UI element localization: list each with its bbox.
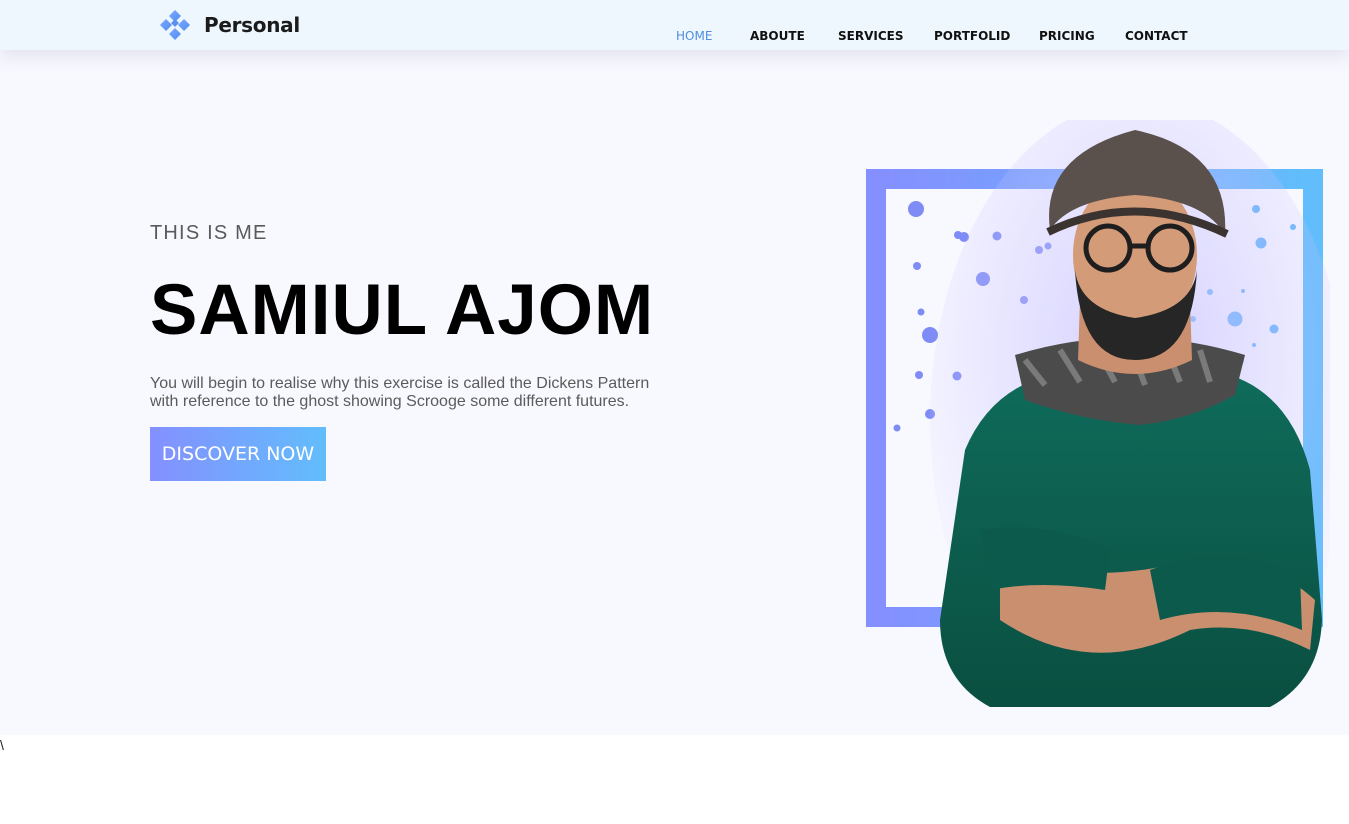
- nav-contact[interactable]: CONTACT: [1125, 29, 1188, 43]
- nav-pricing[interactable]: PRICING: [1039, 29, 1095, 43]
- hero-description: You will begin to realise why this exerc…: [150, 375, 650, 410]
- stray-text: \: [0, 737, 4, 753]
- discover-now-button[interactable]: DISCOVER NOW: [150, 427, 326, 481]
- main-nav: HOME ABOUTE SERVICES PORTFOLID PRICING C…: [0, 29, 1349, 45]
- hero-tagline: THIS IS ME: [150, 222, 268, 244]
- nav-services[interactable]: SERVICES: [838, 29, 903, 43]
- nav-home[interactable]: HOME: [676, 29, 712, 43]
- nav-about[interactable]: ABOUTE: [750, 29, 805, 43]
- portrait-illustration: [930, 120, 1330, 707]
- nav-portfolio[interactable]: PORTFOLID: [934, 29, 1010, 43]
- hero-name: SAMIUL AJOM: [150, 271, 655, 350]
- site-header: Personal HOME ABOUTE SERVICES PORTFOLID …: [0, 0, 1349, 50]
